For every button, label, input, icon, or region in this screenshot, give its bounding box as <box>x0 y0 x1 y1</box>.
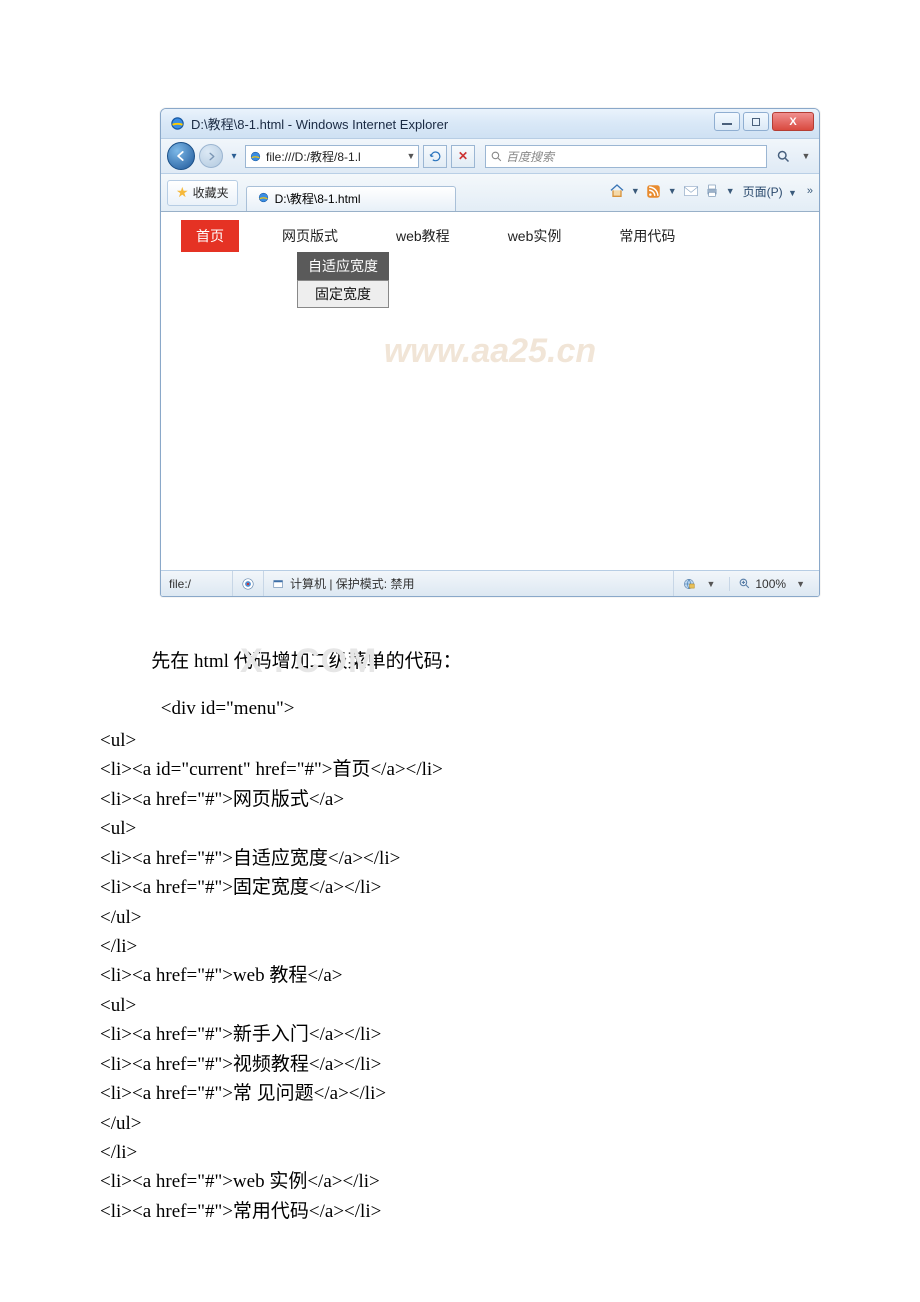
zoom-level[interactable]: 100% ▼ <box>730 577 819 591</box>
more-commands-button[interactable]: » <box>807 185 813 197</box>
search-placeholder: 百度搜索 <box>506 148 554 165</box>
address-dropdown-icon[interactable]: ▼ <box>404 151 418 161</box>
nav-item-tutorial[interactable]: web教程 <box>381 220 493 252</box>
code-line: <li><a href="#">新手入门</a></li> <box>100 1020 920 1049</box>
watermark-text: www.aa25.cn <box>161 332 819 371</box>
nav-item-example[interactable]: web实例 <box>493 220 605 252</box>
nav-history-dropdown[interactable]: ▾ <box>227 151 241 162</box>
home-icon[interactable] <box>608 182 626 200</box>
search-dropdown-icon[interactable]: ▼ <box>799 151 813 161</box>
search-go-button[interactable] <box>771 145 795 168</box>
favorites-button[interactable]: ★ 收藏夹 <box>167 180 238 206</box>
browser-tab[interactable]: D:\教程\8-1.html <box>246 186 456 211</box>
command-bar: ▼ ▼ ▼ 页面(P) ▼ » <box>608 182 813 200</box>
nav-item-home[interactable]: 首页 <box>181 220 267 252</box>
address-bar[interactable]: file:///D:/教程/8-1.l ▼ <box>245 145 419 168</box>
watermark-text-2: X . COM <box>240 635 377 688</box>
code-line: <li><a id="current" href="#">首页</a></li> <box>100 755 920 784</box>
nav-submenu: 自适应宽度 固定宽度 <box>297 252 389 308</box>
code-line: <li><a href="#">网页版式</a> <box>100 785 920 814</box>
nav-item-code[interactable]: 常用代码 <box>604 220 718 252</box>
search-box[interactable]: 百度搜索 <box>485 145 767 168</box>
code-block: <ul><li><a id="current" href="#">首页</a><… <box>100 726 920 1226</box>
article-body: X . COM 先在 html 代码增加二级菜单的代码： <div id="me… <box>0 617 920 1286</box>
favorites-bar: ★ 收藏夹 D:\教程\8-1.html ▼ ▼ <box>161 174 819 212</box>
page-menu-button[interactable]: 页面(P) ▼ <box>740 183 802 200</box>
code-line: </ul> <box>100 1109 920 1138</box>
favorites-label: 收藏夹 <box>193 184 229 201</box>
chevron-down-icon[interactable]: ▼ <box>724 186 737 196</box>
minimize-button[interactable] <box>714 112 740 131</box>
code-line: </li> <box>100 932 920 961</box>
status-addon-icon[interactable] <box>233 571 264 596</box>
feeds-icon[interactable] <box>645 182 663 200</box>
submenu-item-fixed[interactable]: 固定宽度 <box>297 280 389 308</box>
chevron-down-icon[interactable]: ▼ <box>629 186 642 196</box>
code-line: <li><a href="#">自适应宽度</a></li> <box>100 844 920 873</box>
nav-item-layout[interactable]: 网页版式 <box>267 220 381 252</box>
code-line: <ul> <box>100 814 920 843</box>
stop-button[interactable]: ✕ <box>451 145 475 168</box>
address-text: file:///D:/教程/8-1.l <box>264 148 404 165</box>
search-provider-icon <box>486 150 506 163</box>
status-bar: file:/ 计算机 | 保护模式: 禁用 ▼ 100% ▼ <box>161 570 819 596</box>
code-line: <li><a href="#">web 实例</a></li> <box>100 1167 920 1196</box>
status-url: file:/ <box>161 571 233 596</box>
window-titlebar: D:\教程\8-1.html - Windows Internet Explor… <box>161 109 819 139</box>
navigation-toolbar: ▾ file:///D:/教程/8-1.l ▼ ✕ 百度搜索 <box>161 139 819 174</box>
page-viewport: 首页 网页版式 web教程 web实例 常用代码 自适应宽度 固定宽度 www.… <box>161 212 819 570</box>
window-title: D:\教程\8-1.html - Windows Internet Explor… <box>191 114 448 133</box>
status-zone: 计算机 | 保护模式: 禁用 <box>264 571 674 596</box>
forward-button[interactable] <box>199 144 223 168</box>
refresh-button[interactable] <box>423 145 447 168</box>
star-icon: ★ <box>176 184 189 201</box>
close-button[interactable]: X <box>772 112 814 131</box>
back-button[interactable] <box>167 142 195 170</box>
chevron-down-icon[interactable]: ▼ <box>790 579 811 589</box>
chevron-down-icon[interactable]: ▼ <box>666 186 679 196</box>
code-line: <li><a href="#">固定宽度</a></li> <box>100 873 920 902</box>
code-line: <li><a href="#">web 教程</a> <box>100 961 920 990</box>
code-line: <li><a href="#">常用代码</a></li> <box>100 1197 920 1226</box>
submenu-item-adaptive[interactable]: 自适应宽度 <box>297 252 389 280</box>
print-icon[interactable] <box>703 182 721 200</box>
tab-label: D:\教程\8-1.html <box>275 190 361 207</box>
maximize-button[interactable] <box>743 112 769 131</box>
code-line: <li><a href="#">视频教程</a></li> <box>100 1050 920 1079</box>
tab-page-icon <box>257 191 270 207</box>
nav-menu: 首页 网页版式 web教程 web实例 常用代码 <box>181 220 799 252</box>
status-security-icon[interactable]: ▼ <box>674 577 730 591</box>
code-line: </ul> <box>100 903 920 932</box>
code-line: <ul> <box>100 991 920 1020</box>
code-line: <div id="menu"> <box>100 694 920 723</box>
ie-icon <box>169 116 185 132</box>
code-line: <li><a href="#">常 见问题</a></li> <box>100 1079 920 1108</box>
read-mail-icon[interactable] <box>682 182 700 200</box>
code-line: </li> <box>100 1138 920 1167</box>
ie-browser-window: D:\教程\8-1.html - Windows Internet Explor… <box>160 108 820 597</box>
article-intro: 先在 html 代码增加二级菜单的代码： <box>100 647 920 676</box>
page-icon <box>246 150 264 163</box>
code-line: <ul> <box>100 726 920 755</box>
chevron-down-icon[interactable]: ▼ <box>700 579 721 589</box>
